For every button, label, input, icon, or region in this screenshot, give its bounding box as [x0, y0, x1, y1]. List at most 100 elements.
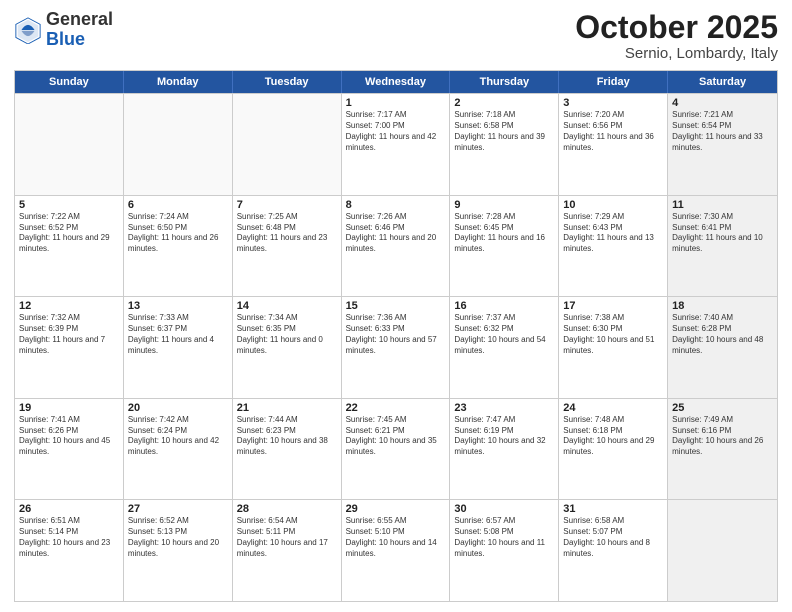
page-title: October 2025 [575, 10, 778, 45]
calendar-row: 26Sunrise: 6:51 AMSunset: 5:14 PMDayligh… [15, 499, 777, 601]
day-number: 24 [563, 402, 663, 414]
calendar-cell [15, 94, 124, 195]
calendar-row: 19Sunrise: 7:41 AMSunset: 6:26 PMDayligh… [15, 398, 777, 500]
calendar-cell [124, 94, 233, 195]
day-number: 4 [672, 97, 773, 109]
calendar-cell: 11Sunrise: 7:30 AMSunset: 6:41 PMDayligh… [668, 196, 777, 297]
day-info: Sunrise: 7:48 AMSunset: 6:18 PMDaylight:… [563, 415, 663, 458]
day-info: Sunrise: 7:41 AMSunset: 6:26 PMDaylight:… [19, 415, 119, 458]
day-header-friday: Friday [559, 71, 668, 93]
day-info: Sunrise: 6:55 AMSunset: 5:10 PMDaylight:… [346, 516, 446, 559]
day-info: Sunrise: 7:22 AMSunset: 6:52 PMDaylight:… [19, 212, 119, 255]
logo: General Blue [14, 10, 113, 50]
day-number: 1 [346, 97, 446, 109]
day-number: 22 [346, 402, 446, 414]
calendar-cell: 18Sunrise: 7:40 AMSunset: 6:28 PMDayligh… [668, 297, 777, 398]
day-number: 6 [128, 199, 228, 211]
day-number: 13 [128, 300, 228, 312]
day-info: Sunrise: 6:52 AMSunset: 5:13 PMDaylight:… [128, 516, 228, 559]
day-info: Sunrise: 7:30 AMSunset: 6:41 PMDaylight:… [672, 212, 773, 255]
day-number: 30 [454, 503, 554, 515]
day-header-sunday: Sunday [15, 71, 124, 93]
calendar-cell: 6Sunrise: 7:24 AMSunset: 6:50 PMDaylight… [124, 196, 233, 297]
calendar-cell: 15Sunrise: 7:36 AMSunset: 6:33 PMDayligh… [342, 297, 451, 398]
day-header-wednesday: Wednesday [342, 71, 451, 93]
day-number: 20 [128, 402, 228, 414]
header: General Blue October 2025 Sernio, Lombar… [14, 10, 778, 62]
calendar-cell: 9Sunrise: 7:28 AMSunset: 6:45 PMDaylight… [450, 196, 559, 297]
calendar-cell: 28Sunrise: 6:54 AMSunset: 5:11 PMDayligh… [233, 500, 342, 601]
day-info: Sunrise: 6:54 AMSunset: 5:11 PMDaylight:… [237, 516, 337, 559]
day-number: 9 [454, 199, 554, 211]
day-number: 5 [19, 199, 119, 211]
day-number: 7 [237, 199, 337, 211]
calendar-cell: 22Sunrise: 7:45 AMSunset: 6:21 PMDayligh… [342, 399, 451, 500]
day-info: Sunrise: 7:20 AMSunset: 6:56 PMDaylight:… [563, 110, 663, 153]
day-header-tuesday: Tuesday [233, 71, 342, 93]
calendar-cell: 31Sunrise: 6:58 AMSunset: 5:07 PMDayligh… [559, 500, 668, 601]
day-number: 19 [19, 402, 119, 414]
day-info: Sunrise: 6:57 AMSunset: 5:08 PMDaylight:… [454, 516, 554, 559]
day-info: Sunrise: 7:37 AMSunset: 6:32 PMDaylight:… [454, 313, 554, 356]
day-header-thursday: Thursday [450, 71, 559, 93]
day-number: 27 [128, 503, 228, 515]
calendar-cell: 25Sunrise: 7:49 AMSunset: 6:16 PMDayligh… [668, 399, 777, 500]
day-number: 3 [563, 97, 663, 109]
calendar-cell: 13Sunrise: 7:33 AMSunset: 6:37 PMDayligh… [124, 297, 233, 398]
calendar-cell: 24Sunrise: 7:48 AMSunset: 6:18 PMDayligh… [559, 399, 668, 500]
day-number: 17 [563, 300, 663, 312]
calendar-cell: 20Sunrise: 7:42 AMSunset: 6:24 PMDayligh… [124, 399, 233, 500]
day-number: 10 [563, 199, 663, 211]
calendar-cell: 17Sunrise: 7:38 AMSunset: 6:30 PMDayligh… [559, 297, 668, 398]
page-subtitle: Sernio, Lombardy, Italy [575, 45, 778, 62]
calendar-row: 1Sunrise: 7:17 AMSunset: 7:00 PMDaylight… [15, 93, 777, 195]
day-info: Sunrise: 7:33 AMSunset: 6:37 PMDaylight:… [128, 313, 228, 356]
calendar-cell: 27Sunrise: 6:52 AMSunset: 5:13 PMDayligh… [124, 500, 233, 601]
calendar-cell: 12Sunrise: 7:32 AMSunset: 6:39 PMDayligh… [15, 297, 124, 398]
day-number: 11 [672, 199, 773, 211]
day-info: Sunrise: 7:40 AMSunset: 6:28 PMDaylight:… [672, 313, 773, 356]
calendar-cell: 4Sunrise: 7:21 AMSunset: 6:54 PMDaylight… [668, 94, 777, 195]
calendar-cell: 21Sunrise: 7:44 AMSunset: 6:23 PMDayligh… [233, 399, 342, 500]
calendar-cell: 30Sunrise: 6:57 AMSunset: 5:08 PMDayligh… [450, 500, 559, 601]
day-info: Sunrise: 7:38 AMSunset: 6:30 PMDaylight:… [563, 313, 663, 356]
calendar-cell [233, 94, 342, 195]
day-number: 25 [672, 402, 773, 414]
day-number: 8 [346, 199, 446, 211]
calendar-cell: 26Sunrise: 6:51 AMSunset: 5:14 PMDayligh… [15, 500, 124, 601]
calendar-cell: 19Sunrise: 7:41 AMSunset: 6:26 PMDayligh… [15, 399, 124, 500]
calendar-body: 1Sunrise: 7:17 AMSunset: 7:00 PMDaylight… [15, 93, 777, 601]
day-number: 21 [237, 402, 337, 414]
calendar: SundayMondayTuesdayWednesdayThursdayFrid… [14, 70, 778, 602]
day-number: 2 [454, 97, 554, 109]
day-info: Sunrise: 6:58 AMSunset: 5:07 PMDaylight:… [563, 516, 663, 559]
calendar-cell: 23Sunrise: 7:47 AMSunset: 6:19 PMDayligh… [450, 399, 559, 500]
calendar-cell: 3Sunrise: 7:20 AMSunset: 6:56 PMDaylight… [559, 94, 668, 195]
calendar-cell: 14Sunrise: 7:34 AMSunset: 6:35 PMDayligh… [233, 297, 342, 398]
logo-text: General Blue [46, 10, 113, 50]
calendar-cell: 29Sunrise: 6:55 AMSunset: 5:10 PMDayligh… [342, 500, 451, 601]
calendar-cell: 1Sunrise: 7:17 AMSunset: 7:00 PMDaylight… [342, 94, 451, 195]
calendar-row: 12Sunrise: 7:32 AMSunset: 6:39 PMDayligh… [15, 296, 777, 398]
day-number: 18 [672, 300, 773, 312]
title-block: October 2025 Sernio, Lombardy, Italy [575, 10, 778, 62]
day-info: Sunrise: 7:42 AMSunset: 6:24 PMDaylight:… [128, 415, 228, 458]
logo-general: General [46, 9, 113, 29]
day-number: 15 [346, 300, 446, 312]
day-info: Sunrise: 6:51 AMSunset: 5:14 PMDaylight:… [19, 516, 119, 559]
day-info: Sunrise: 7:29 AMSunset: 6:43 PMDaylight:… [563, 212, 663, 255]
day-number: 14 [237, 300, 337, 312]
calendar-cell: 5Sunrise: 7:22 AMSunset: 6:52 PMDaylight… [15, 196, 124, 297]
day-info: Sunrise: 7:21 AMSunset: 6:54 PMDaylight:… [672, 110, 773, 153]
calendar-header: SundayMondayTuesdayWednesdayThursdayFrid… [15, 71, 777, 93]
day-number: 16 [454, 300, 554, 312]
calendar-cell: 7Sunrise: 7:25 AMSunset: 6:48 PMDaylight… [233, 196, 342, 297]
calendar-cell: 8Sunrise: 7:26 AMSunset: 6:46 PMDaylight… [342, 196, 451, 297]
day-number: 12 [19, 300, 119, 312]
day-info: Sunrise: 7:26 AMSunset: 6:46 PMDaylight:… [346, 212, 446, 255]
calendar-cell [668, 500, 777, 601]
day-info: Sunrise: 7:32 AMSunset: 6:39 PMDaylight:… [19, 313, 119, 356]
calendar-row: 5Sunrise: 7:22 AMSunset: 6:52 PMDaylight… [15, 195, 777, 297]
day-info: Sunrise: 7:49 AMSunset: 6:16 PMDaylight:… [672, 415, 773, 458]
day-number: 28 [237, 503, 337, 515]
